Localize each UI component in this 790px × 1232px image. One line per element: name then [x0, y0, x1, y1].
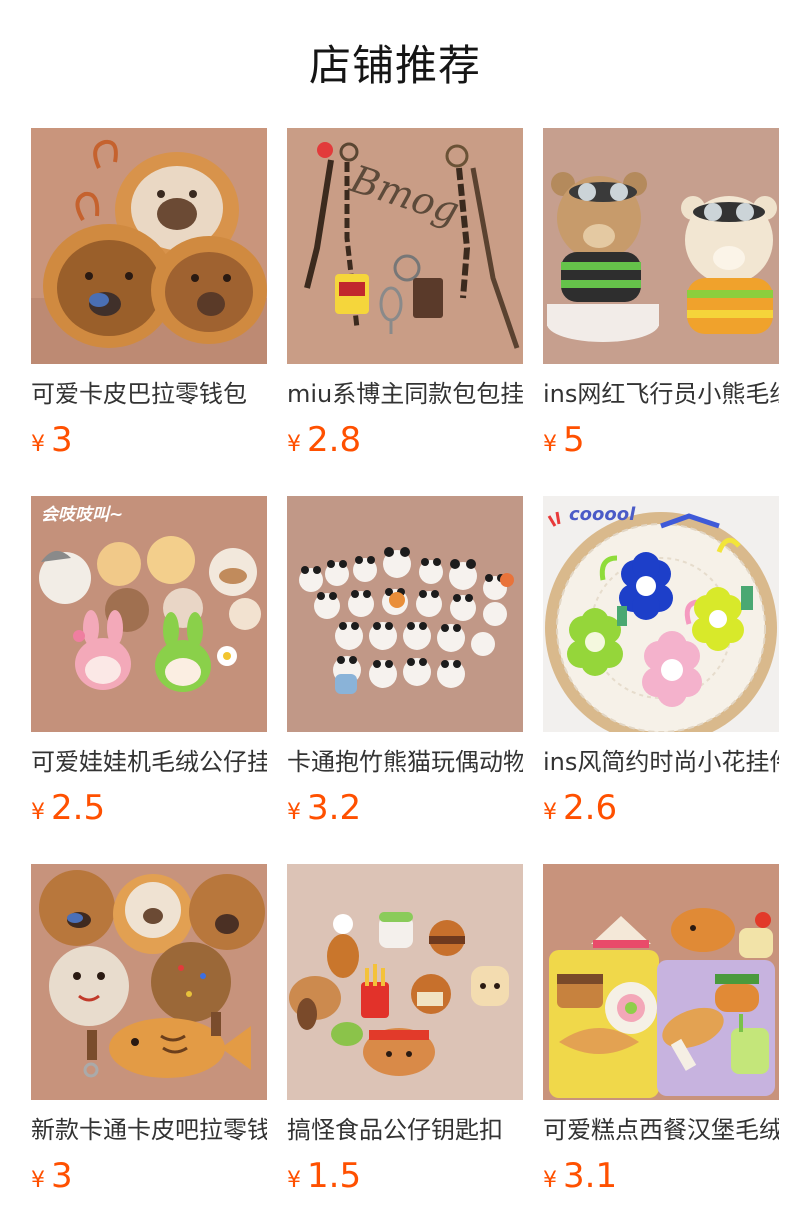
currency-symbol: ¥: [31, 432, 45, 457]
currency-symbol: ¥: [287, 1168, 301, 1193]
product-name[interactable]: 可爱卡皮巴拉零钱包: [31, 378, 267, 410]
product-card[interactable]: 会吱吱叫~ 可爱娃娃机毛绒公仔挂 ¥ 2.5: [31, 496, 267, 864]
currency-symbol: ¥: [287, 432, 301, 457]
price-value: 2.5: [51, 788, 106, 828]
product-image[interactable]: [287, 496, 523, 732]
product-name[interactable]: 可爱糕点西餐汉堡毛绒: [543, 1114, 779, 1146]
currency-symbol: ¥: [31, 800, 45, 825]
product-price: ¥2.6: [543, 788, 779, 828]
product-price: ¥2.8: [287, 420, 523, 460]
price-value: 3: [51, 1156, 73, 1196]
price-value: 2.6: [563, 788, 618, 828]
product-image[interactable]: 会吱吱叫~: [31, 496, 267, 732]
product-card[interactable]: 可爱卡皮巴拉零钱包 ¥3: [31, 128, 267, 496]
product-price: ¥3: [31, 420, 267, 460]
product-price: ¥2.5: [31, 788, 267, 828]
product-image[interactable]: [31, 128, 267, 364]
product-name[interactable]: 可爱娃娃机毛绒公仔挂件: [31, 746, 267, 778]
shop-recommend-page: 店铺推荐 可爱卡皮巴拉零钱包 ¥ 3 Bmog miu系博主同款包包挂件 ¥ 2…: [0, 0, 790, 1232]
product-name[interactable]: 卡通抱竹熊猫玩偶动物: [287, 746, 523, 778]
currency-symbol: ¥: [543, 432, 557, 457]
page-title: 店铺推荐: [308, 41, 481, 90]
product-image[interactable]: [31, 864, 267, 1100]
product-price: ¥3.2: [287, 788, 523, 828]
product-card[interactable]: 新款卡通卡皮吧拉零钱包 ¥3: [31, 864, 267, 1232]
product-grid: 可爱卡皮巴拉零钱包 ¥3 Bmog miu系博主同款包包挂件 ¥ 2.8 ins…: [31, 128, 790, 1232]
price-value: 5: [563, 420, 585, 460]
product-price: ¥3: [31, 1156, 267, 1196]
image-caption: cooool: [569, 504, 636, 525]
product-price: ¥5: [543, 420, 779, 460]
product-image[interactable]: [543, 128, 779, 364]
product-name[interactable]: 搞怪食品公仔钥匙扣: [287, 1114, 523, 1146]
currency-symbol: ¥: [31, 1168, 45, 1193]
product-card[interactable]: 搞怪食品公仔钥匙扣 ¥1.5: [287, 864, 523, 1232]
price-value: 3: [51, 420, 73, 460]
price-value: 3.1: [563, 1156, 618, 1196]
product-image[interactable]: cooool: [543, 496, 779, 732]
product-image[interactable]: Bmog: [287, 128, 523, 364]
product-image[interactable]: [287, 864, 523, 1100]
product-price: ¥3.1: [543, 1156, 779, 1196]
product-name[interactable]: miu系博主同款包包挂件: [287, 378, 523, 410]
currency-symbol: ¥: [543, 800, 557, 825]
product-image[interactable]: [543, 864, 779, 1100]
price-value: 2.8: [307, 420, 362, 460]
product-name[interactable]: 新款卡通卡皮吧拉零钱包: [31, 1114, 267, 1146]
currency-symbol: ¥: [287, 800, 301, 825]
price-value: 1.5: [307, 1156, 362, 1196]
product-price: ¥1.5: [287, 1156, 523, 1196]
product-card[interactable]: 可爱糕点西餐汉堡毛绒 ¥3.1: [543, 864, 779, 1232]
product-name[interactable]: ins风简约时尚小花挂件: [543, 746, 779, 778]
product-card[interactable]: Bmog miu系博主同款包包挂件 ¥2.8: [287, 128, 523, 496]
product-card[interactable]: ins网红飞行员小熊毛绒 ¥5: [543, 128, 779, 496]
product-card[interactable]: cooool ins风简约时尚小花挂件 ¥ 2.6: [543, 496, 779, 864]
product-name[interactable]: ins网红飞行员小熊毛绒: [543, 378, 779, 410]
currency-symbol: ¥: [543, 1168, 557, 1193]
product-card[interactable]: 卡通抱竹熊猫玩偶动物 ¥3.2: [287, 496, 523, 864]
image-caption: 会吱吱叫~: [41, 505, 123, 525]
price-value: 3.2: [307, 788, 362, 828]
